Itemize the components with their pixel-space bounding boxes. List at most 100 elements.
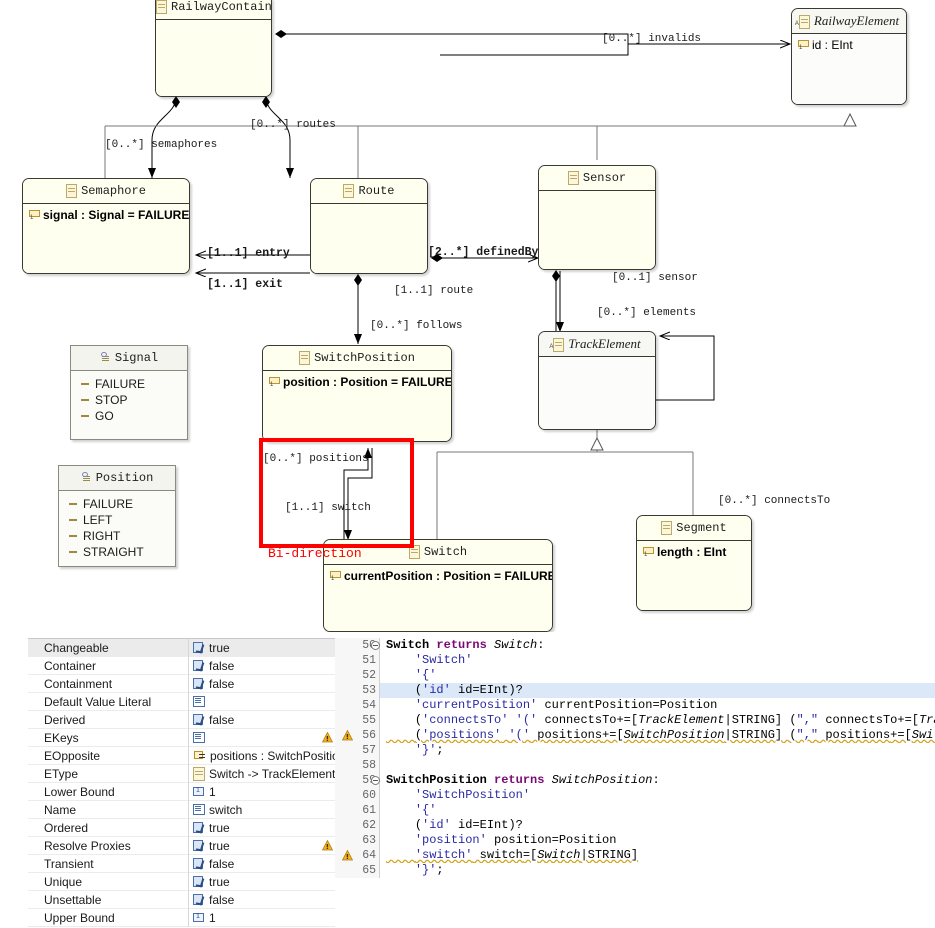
line-number-gutter[interactable]: 59 bbox=[335, 773, 380, 788]
property-row[interactable]: Default Value Literal bbox=[28, 692, 335, 711]
property-name: Resolve Proxies bbox=[44, 838, 131, 853]
class-name: TrackElement bbox=[568, 336, 641, 351]
line-number-gutter[interactable]: 55 bbox=[335, 713, 379, 728]
line-number-gutter[interactable]: 56 bbox=[335, 728, 379, 743]
line-number-gutter[interactable]: 63 bbox=[335, 833, 379, 848]
line-number-gutter[interactable]: 61 bbox=[335, 803, 379, 818]
enum-literal: LEFT bbox=[59, 512, 175, 528]
property-value-cell[interactable]: 1 bbox=[188, 782, 335, 801]
code-line[interactable]: 52 '{' bbox=[335, 668, 935, 683]
line-number-gutter[interactable]: 57 bbox=[335, 743, 379, 758]
literal-dash-icon bbox=[69, 503, 77, 505]
line-number: 60 bbox=[362, 789, 376, 802]
property-value-cell[interactable]: false bbox=[188, 656, 335, 675]
line-number-gutter[interactable]: 58 bbox=[335, 758, 379, 773]
property-row[interactable]: Upper Bound 1 bbox=[28, 908, 335, 927]
class-box-semaphore[interactable]: Semaphore 1 signal : Signal = FAILURE bbox=[22, 178, 190, 274]
code-line-text: Switch returns Switch: bbox=[386, 638, 545, 652]
class-box-railwayelement[interactable]: A RailwayElement 1 id : EInt bbox=[791, 8, 907, 105]
property-row[interactable]: Lower Bound 1 bbox=[28, 782, 335, 801]
class-box-trackelement[interactable]: A TrackElement bbox=[538, 331, 656, 430]
code-line[interactable]: 61 '{' bbox=[335, 803, 935, 818]
property-value-text: false bbox=[209, 712, 235, 727]
property-value-text: true bbox=[209, 838, 230, 853]
grammar-code-editor[interactable]: 50 Switch returns Switch: 51 'Switch' 52 '{… bbox=[335, 638, 935, 928]
class-box-switchposition[interactable]: SwitchPosition 1 position : Position = F… bbox=[262, 345, 452, 442]
property-row[interactable]: Transient false bbox=[28, 854, 335, 873]
class-box-route[interactable]: Route bbox=[310, 178, 428, 274]
code-line[interactable]: 51 'Switch' bbox=[335, 653, 935, 668]
property-row[interactable]: EOpposite positions : SwitchPosition bbox=[28, 746, 335, 765]
line-number-gutter[interactable]: 60 bbox=[335, 788, 379, 803]
property-value-cell[interactable]: true bbox=[188, 872, 335, 891]
property-value-cell[interactable]: switch bbox=[188, 800, 335, 819]
code-line[interactable]: 58 bbox=[335, 758, 935, 773]
line-number-gutter[interactable]: 52 bbox=[335, 668, 379, 683]
property-row[interactable]: Name switch bbox=[28, 800, 335, 819]
class-box-sensor[interactable]: Sensor bbox=[538, 165, 656, 270]
property-name: Changeable bbox=[44, 640, 109, 655]
property-row[interactable]: Unique true bbox=[28, 872, 335, 891]
line-number-gutter[interactable]: 64 bbox=[335, 848, 379, 863]
class-box-segment[interactable]: Segment 1 length : EInt bbox=[636, 515, 752, 611]
property-row[interactable]: Unsettable false bbox=[28, 890, 335, 909]
property-value-cell[interactable]: true bbox=[188, 836, 335, 855]
property-row[interactable]: Changeable true bbox=[28, 639, 335, 657]
property-row[interactable]: EType Switch -> TrackElement bbox=[28, 764, 335, 783]
property-value-cell[interactable]: positions : SwitchPosition bbox=[188, 746, 335, 765]
property-value-cell[interactable] bbox=[188, 692, 335, 711]
property-row[interactable]: Derived false bbox=[28, 710, 335, 729]
line-number-gutter[interactable]: 50 bbox=[335, 638, 380, 653]
property-row[interactable]: Containment false bbox=[28, 674, 335, 693]
edge-label-invalids: [0..*] invalids bbox=[602, 33, 702, 45]
property-value-text: Switch -> TrackElement bbox=[209, 766, 335, 781]
code-line[interactable]: 54 'currentPosition' currentPosition=Pos… bbox=[335, 698, 935, 713]
fold-toggle-icon[interactable] bbox=[371, 776, 380, 785]
literal-dash-icon bbox=[81, 383, 89, 385]
property-value-cell[interactable]: false bbox=[188, 674, 335, 693]
code-line[interactable]: 57 '}'; bbox=[335, 743, 935, 758]
property-value-cell[interactable]: true bbox=[188, 818, 335, 837]
code-line[interactable]: 63 'position' position=Position bbox=[335, 833, 935, 848]
fold-toggle-icon[interactable] bbox=[371, 641, 380, 650]
uml-diagram-canvas[interactable]: RailwayContainer ARailwayElement 1 id : … bbox=[0, 0, 935, 632]
property-value-cell[interactable]: Switch -> TrackElement bbox=[188, 764, 335, 783]
code-line-text: ('connectsTo' '(' connectsTo+=[TrackElem… bbox=[414, 713, 935, 727]
line-number: 51 bbox=[362, 654, 376, 667]
line-number-gutter[interactable]: 51 bbox=[335, 653, 379, 668]
code-line[interactable]: 59 SwitchPosition returns SwitchPosition: bbox=[335, 773, 935, 788]
property-name: Unsettable bbox=[44, 892, 102, 907]
bottom-panels: Changeable true Container false Containment f… bbox=[0, 632, 935, 928]
properties-table[interactable]: Changeable true Container false Containment f… bbox=[28, 638, 335, 928]
property-value-cell[interactable]: false bbox=[188, 854, 335, 873]
property-row[interactable]: Ordered true bbox=[28, 818, 335, 837]
code-line[interactable]: 53 ('id' id=EInt)? bbox=[335, 683, 935, 698]
code-line[interactable]: 50 Switch returns Switch: bbox=[335, 638, 935, 653]
eclass-icon bbox=[343, 183, 355, 198]
enum-literal: STRAIGHT bbox=[59, 544, 175, 560]
code-line[interactable]: 64 'switch' switch=[Switch|STRING] bbox=[335, 848, 935, 863]
code-line[interactable]: 55 ('connectsTo' '(' connectsTo+=[TrackE… bbox=[335, 713, 935, 728]
property-value-cell[interactable]: false bbox=[188, 710, 335, 729]
enum-box-signal[interactable]: Signal FAILURE STOP GO bbox=[70, 345, 188, 440]
property-value-cell[interactable]: false bbox=[188, 890, 335, 909]
property-row[interactable]: Container false bbox=[28, 656, 335, 675]
line-number-gutter[interactable]: 65 bbox=[335, 863, 379, 878]
property-row[interactable]: EKeys bbox=[28, 728, 335, 747]
code-line[interactable]: 56 ('positions' '(' positions+=[SwitchPo… bbox=[335, 728, 935, 743]
class-name: Sensor bbox=[582, 171, 627, 185]
code-line[interactable]: 62 ('id' id=EInt)? bbox=[335, 818, 935, 833]
property-value-cell[interactable]: true bbox=[188, 639, 335, 657]
property-row[interactable]: Resolve Proxies true bbox=[28, 836, 335, 855]
property-value-cell[interactable]: 1 bbox=[188, 908, 335, 927]
line-number-gutter[interactable]: 54 bbox=[335, 698, 379, 713]
line-number-gutter[interactable]: 53 bbox=[335, 683, 379, 698]
line-number-gutter[interactable]: 62 bbox=[335, 818, 379, 833]
property-value-cell[interactable] bbox=[188, 728, 335, 747]
class-box-railwaycontainer[interactable]: RailwayContainer bbox=[155, 0, 272, 97]
enum-box-position[interactable]: Position FAILURE LEFT RIGHT STRAIGHT bbox=[58, 465, 176, 567]
text-value-icon bbox=[193, 732, 205, 743]
code-line[interactable]: 65 '}'; bbox=[335, 863, 935, 878]
class-name: Segment bbox=[676, 521, 727, 535]
code-line[interactable]: 60 'SwitchPosition' bbox=[335, 788, 935, 803]
